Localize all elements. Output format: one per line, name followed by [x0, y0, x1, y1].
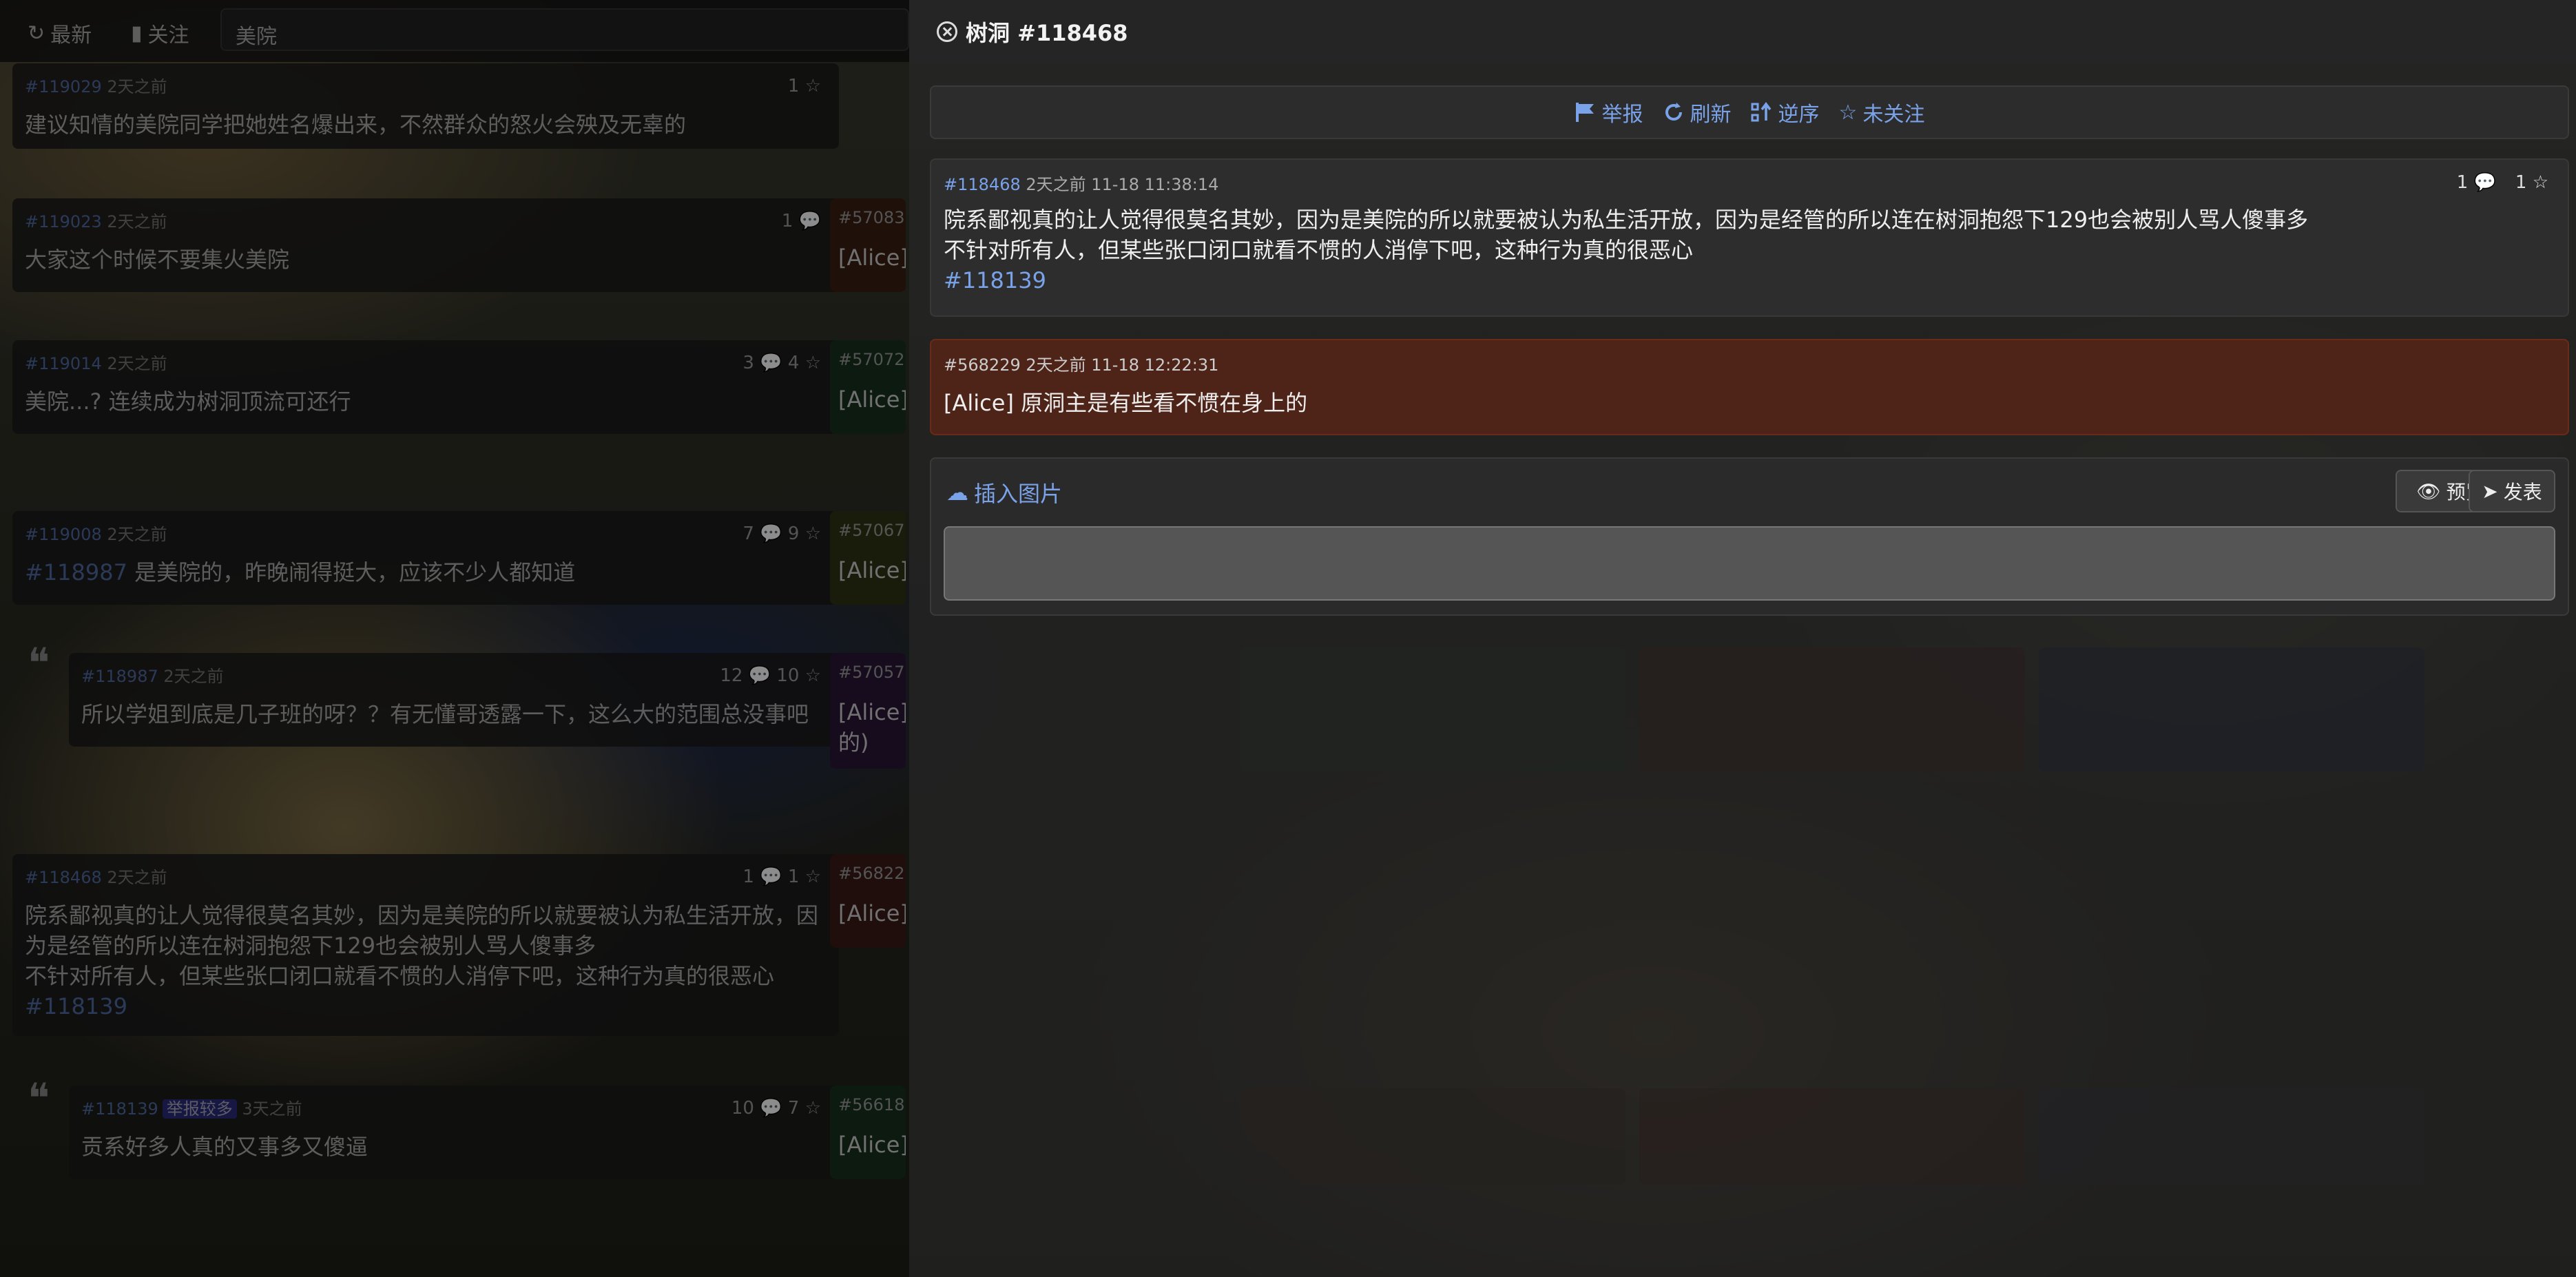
close-icon[interactable]	[937, 21, 957, 42]
report-label: 举报	[1601, 103, 1643, 127]
insert-image-label: 插入图片	[974, 481, 1063, 507]
refresh-button[interactable]: 刷新	[1663, 97, 1732, 127]
post-label: 发表	[2503, 481, 2542, 503]
star-count: 1	[2515, 172, 2527, 193]
send-icon: ➤	[2482, 479, 2498, 503]
reverse-label: 逆序	[1778, 103, 1820, 127]
flag-icon	[1575, 103, 1594, 122]
report-button[interactable]: 举报	[1575, 97, 1643, 127]
panel-header: 树洞 #118468	[909, 0, 2576, 63]
panel-toolbar: 举报 刷新 逆序 ☆ 未关注	[930, 85, 2569, 139]
post-text: 院系鄙视真的让人觉得很莫名其妙，因为是美院的所以就要被认为私生活开放，因为是经管…	[944, 205, 2555, 295]
eye-icon: 👁	[2416, 479, 2441, 503]
follow-toggle-label: 未关注	[1862, 103, 1925, 127]
detail-panel: 树洞 #118468 举报 刷新 逆序 ☆ 未关注 #118468 2天之前 1…	[909, 0, 2576, 1277]
post-link[interactable]: #118139	[944, 265, 2555, 295]
reply-textarea[interactable]	[944, 526, 2555, 601]
star-count-group[interactable]: 1 ☆	[2515, 172, 2548, 193]
post-id[interactable]: #118468	[944, 175, 1021, 194]
follow-toggle-button[interactable]: ☆ 未关注	[1839, 97, 1925, 127]
post-counts: 1 💬 1 ☆	[2457, 172, 2548, 193]
sort-icon	[1751, 102, 1771, 122]
post-time: 2天之前 11-18 11:38:14	[1026, 175, 1219, 194]
reply-text: [Alice] 原洞主是有些看不惯在身上的	[944, 390, 1308, 416]
post-text-line: 院系鄙视真的让人觉得很莫名其妙，因为是美院的所以就要被认为私生活开放，因为是经管…	[944, 207, 2309, 233]
reverse-button[interactable]: 逆序	[1751, 97, 1820, 127]
insert-image-button[interactable]: ☁ 插入图片	[946, 477, 1062, 508]
reply-composer: ☁ 插入图片 👁 预览 ➤ 发表	[930, 457, 2569, 616]
main-post: #118468 2天之前 11-18 11:38:14 1 💬 1 ☆ 院系鄙视…	[930, 158, 2569, 317]
panel-title: 树洞 #118468	[966, 20, 1128, 46]
refresh-label: 刷新	[1690, 103, 1732, 127]
post-text-line: 不针对所有人，但某些张口闭口就看不惯的人消停下吧，这种行为真的很恶心	[944, 237, 1694, 263]
post-button[interactable]: ➤ 发表	[2469, 470, 2555, 512]
reply-count: 1	[2456, 172, 2469, 193]
cloud-upload-icon: ☁	[946, 479, 968, 506]
reply-count-group: 1 💬	[2457, 172, 2496, 193]
reply-post: #568229 2天之前 11-18 12:22:31 [Alice] 原洞主是…	[930, 339, 2569, 435]
star-icon: ☆	[2532, 172, 2548, 193]
post-meta: #568229 2天之前 11-18 12:22:31	[944, 351, 2555, 375]
refresh-icon	[1665, 103, 1682, 121]
post-meta: #118468 2天之前 11-18 11:38:14	[944, 171, 2555, 195]
post-id: #568229	[944, 355, 1021, 375]
comment-icon: 💬	[2473, 172, 2496, 193]
post-time: 2天之前 11-18 12:22:31	[1026, 355, 1219, 375]
star-outline-icon: ☆	[1838, 100, 1858, 125]
